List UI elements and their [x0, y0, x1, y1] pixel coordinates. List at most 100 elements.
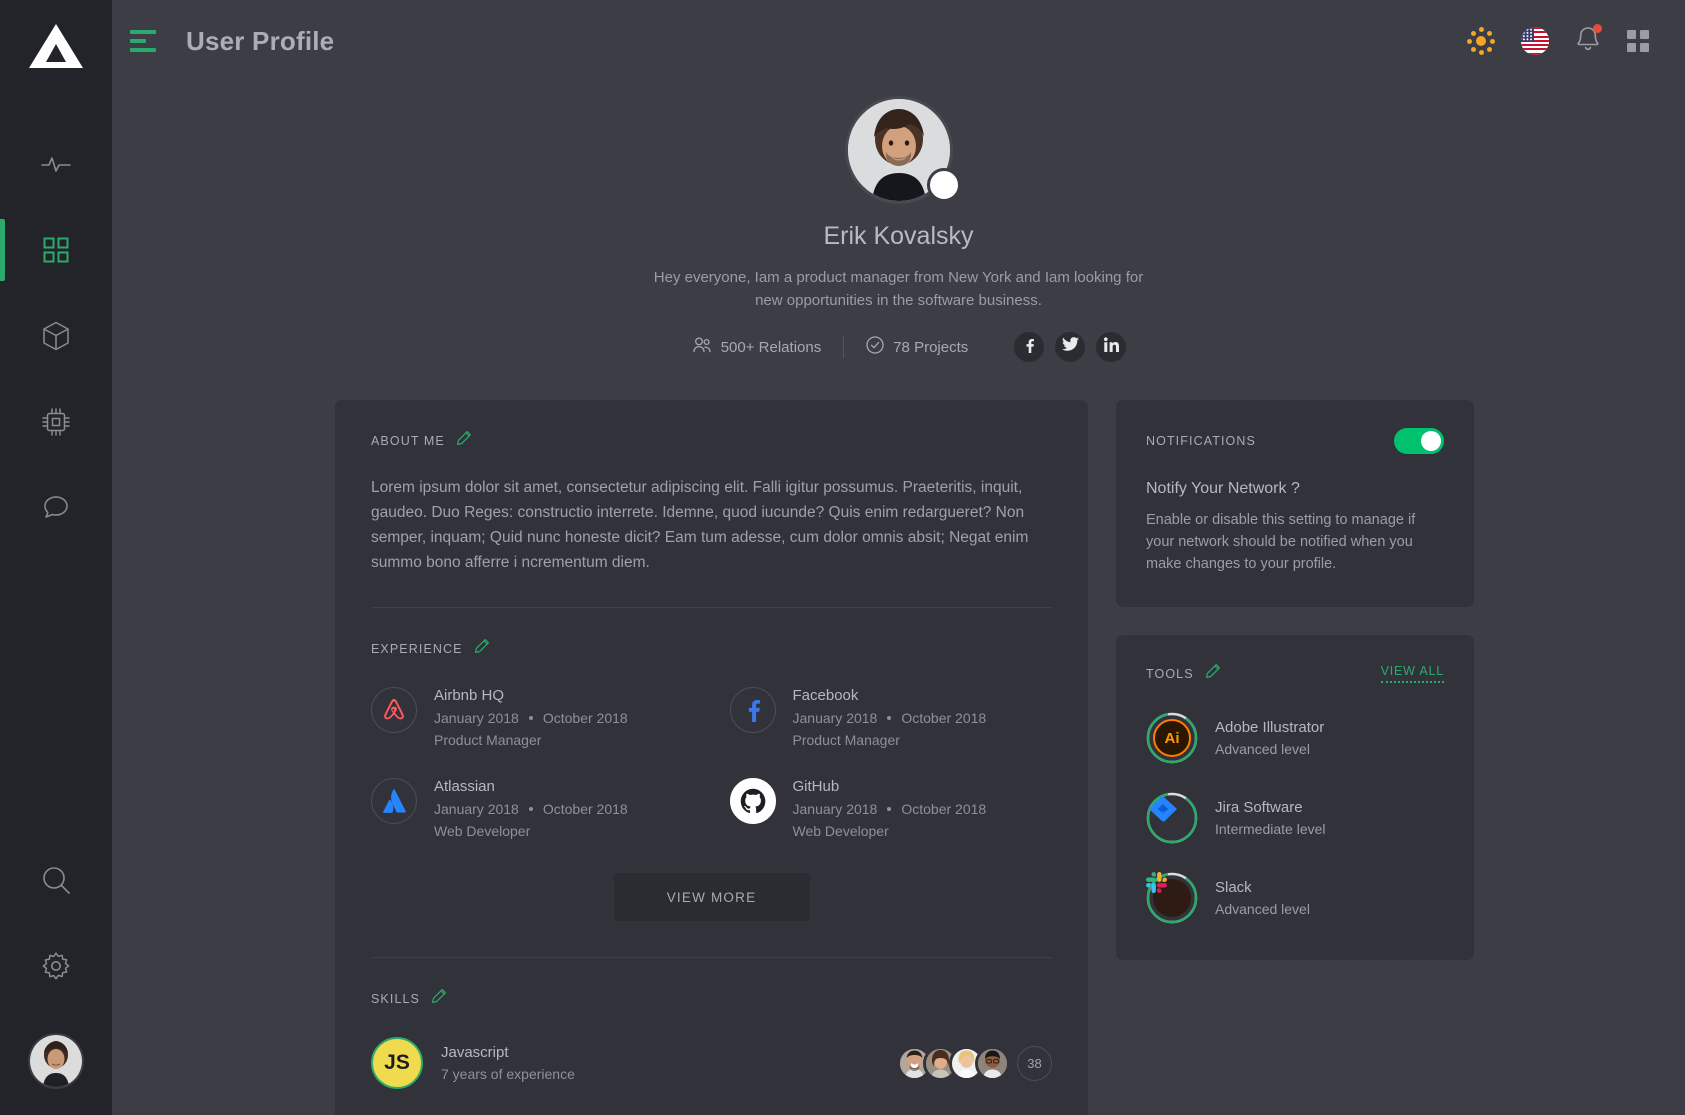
stat-projects-label: 78 Projects [893, 338, 969, 356]
experience-role: Web Developer [792, 823, 889, 840]
experience-item[interactable]: Facebook January 2018 October 2018 Produ… [729, 687, 1053, 748]
tool-level: Intermediate level [1215, 821, 1326, 838]
view-more-button[interactable]: VIEW MORE [613, 873, 810, 922]
profile-bio: Hey everyone, Iam a product manager from… [653, 269, 1144, 309]
facebook-icon [729, 687, 776, 734]
tool-meta: Slack Advanced level [1215, 879, 1310, 917]
about-me-title: ABOUT ME [371, 433, 445, 448]
pencil-icon[interactable] [474, 638, 490, 659]
tools-title: TOOLS [1146, 666, 1194, 681]
stat-projects: 78 Projects [843, 336, 990, 358]
experience-company: GitHub [792, 778, 840, 796]
experience-item[interactable]: Atlassian January 2018 October 2018 Web … [371, 778, 694, 839]
experience-item[interactable]: GitHub January 2018 October 2018 Web Dev… [729, 778, 1053, 840]
sidebar-bottom [0, 837, 112, 1089]
experience-company: Facebook [792, 687, 859, 705]
sidebar-item-hardware[interactable] [0, 379, 112, 465]
profile-avatar-wrap [844, 96, 961, 204]
grid-dashboard-icon [43, 237, 69, 263]
tool-level: Advanced level [1215, 741, 1310, 758]
experience-company: Atlassian [434, 778, 495, 796]
dot-separator [528, 807, 533, 812]
experience-title: EXPERIENCE [371, 641, 463, 656]
main-area: User Profile Erik Kovalsky Hey everyone,… [112, 0, 1685, 1115]
sidebar-item-dashboard[interactable] [0, 207, 112, 293]
experience-end: October 2018 [901, 801, 987, 818]
toggle-knob [1421, 431, 1441, 451]
social-linkedin[interactable] [1096, 332, 1127, 362]
sidebar-item-search[interactable] [0, 837, 112, 923]
skill-meta: Javascript 7 years of experience [441, 1044, 575, 1082]
skills-title: SKILLS [371, 991, 420, 1006]
experience-header: EXPERIENCE [371, 638, 1052, 659]
chat-bubble-icon [42, 494, 70, 522]
experience-start: January 2018 [434, 710, 519, 727]
pencil-icon[interactable] [431, 988, 447, 1009]
dot-separator [887, 716, 892, 721]
triangle-logo[interactable] [27, 22, 85, 75]
us-flag-icon [1521, 27, 1549, 55]
page-title: User Profile [186, 25, 335, 56]
social-twitter[interactable] [1055, 332, 1086, 362]
pencil-icon[interactable] [456, 430, 472, 451]
tool-level: Advanced level [1215, 901, 1310, 918]
gear-icon [41, 951, 71, 981]
notifications-card: NOTIFICATIONS Notify Your Network ? Enab… [1116, 400, 1474, 608]
cpu-chip-icon [41, 407, 71, 437]
tool-item[interactable]: Slack Advanced level [1146, 872, 1444, 924]
experience-role: Product Manager [434, 732, 542, 749]
tools-header: TOOLS VIEW ALL [1146, 663, 1444, 684]
top-bar: User Profile [112, 0, 1685, 82]
apps-grid-button[interactable] [1627, 30, 1649, 52]
atlassian-icon [371, 778, 417, 825]
sidebar-item-messages[interactable] [0, 465, 112, 551]
experience-role: Web Developer [434, 823, 531, 840]
skill-experience: 7 years of experience [441, 1066, 575, 1083]
search-icon [41, 865, 71, 895]
pencil-icon[interactable] [1205, 663, 1221, 684]
facebook-icon [1021, 337, 1037, 358]
activity-pulse-icon [41, 152, 71, 176]
notifications-title: NOTIFICATIONS [1146, 434, 1256, 448]
notifications-toggle[interactable] [1394, 428, 1444, 454]
tool-meta: Jira Software Intermediate level [1215, 799, 1326, 837]
profile-stats: 500+ Relations 78 Projects [112, 332, 1685, 362]
tool-name: Jira Software [1215, 799, 1303, 817]
right-column: NOTIFICATIONS Notify Your Network ? Enab… [1116, 400, 1474, 961]
language-selector[interactable] [1521, 27, 1549, 55]
profile-header: Erik Kovalsky Hey everyone, Iam a produc… [112, 82, 1685, 362]
progress-ring [1146, 792, 1198, 844]
theme-toggle[interactable] [1467, 27, 1495, 55]
notifications-question: Notify Your Network ? [1146, 480, 1300, 497]
skills-header: SKILLS [371, 988, 1052, 1009]
experience-start: January 2018 [792, 710, 878, 727]
experience-item[interactable]: Airbnb HQ January 2018 October 2018 Prod… [371, 687, 694, 748]
endorser-count[interactable]: 38 [1017, 1045, 1052, 1081]
sidebar-item-packages[interactable] [0, 293, 112, 379]
sidebar-item-activity[interactable] [0, 121, 112, 207]
airbnb-icon [371, 687, 417, 734]
sidebar-item-settings[interactable] [0, 923, 112, 1009]
notifications-button[interactable] [1575, 23, 1602, 58]
experience-dates: January 2018 October 2018 [793, 801, 987, 817]
sidebar-user-avatar[interactable] [28, 1033, 84, 1089]
hamburger-menu-icon[interactable] [130, 24, 160, 58]
about-me-text: Lorem ipsum dolor sit amet, consectetur … [371, 479, 1029, 572]
social-facebook[interactable] [1014, 332, 1045, 362]
app-root: User Profile Erik Kovalsky Hey everyone,… [0, 0, 1685, 1115]
left-sidebar [0, 0, 112, 1115]
tool-item[interactable]: Ai Adobe Illustrator Advanced level [1146, 712, 1444, 764]
profile-details-card: ABOUT ME Lorem ipsum dolor sit amet, con… [335, 400, 1088, 1115]
experience-dates: January 2018 October 2018 [434, 801, 628, 817]
notifications-header: NOTIFICATIONS [1146, 428, 1444, 454]
users-icon [693, 337, 712, 357]
about-me-header: ABOUT ME [371, 430, 1052, 451]
experience-end: October 2018 [542, 801, 628, 818]
sun-brightness-icon [1467, 27, 1495, 55]
notifications-description: Enable or disable this setting to manage… [1146, 512, 1416, 572]
experience-start: January 2018 [792, 801, 878, 818]
view-all-link[interactable]: VIEW ALL [1380, 664, 1444, 684]
avatar[interactable] [975, 1045, 1010, 1081]
tool-meta: Adobe Illustrator Advanced level [1215, 719, 1324, 757]
tool-item[interactable]: Jira Software Intermediate level [1146, 792, 1444, 844]
